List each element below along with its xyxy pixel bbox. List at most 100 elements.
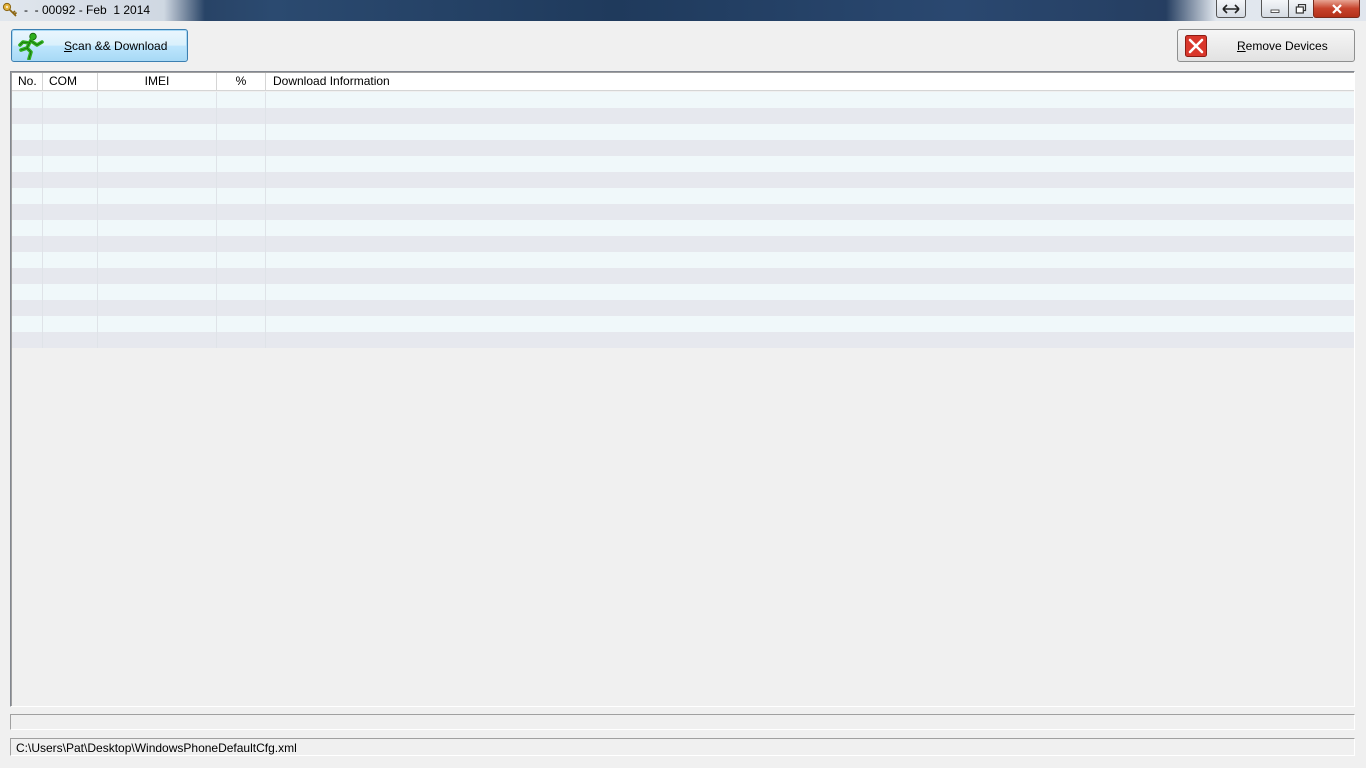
table-cell bbox=[266, 252, 1354, 268]
restore-button[interactable] bbox=[1288, 0, 1313, 18]
table-row[interactable] bbox=[12, 284, 1354, 300]
table-row[interactable] bbox=[12, 236, 1354, 252]
key-icon[interactable] bbox=[2, 2, 18, 18]
table-cell bbox=[266, 316, 1354, 332]
table-row[interactable] bbox=[12, 156, 1354, 172]
table-cell bbox=[266, 188, 1354, 204]
device-list-header: No. COM IMEI % Download Information bbox=[12, 73, 1354, 91]
remove-devices-button[interactable]: Remove Devices bbox=[1177, 29, 1355, 62]
table-cell bbox=[43, 188, 98, 204]
table-cell bbox=[266, 284, 1354, 300]
table-row[interactable] bbox=[12, 140, 1354, 156]
table-row[interactable] bbox=[12, 92, 1354, 108]
progress-strip bbox=[10, 714, 1355, 730]
table-cell bbox=[217, 316, 266, 332]
table-cell bbox=[43, 268, 98, 284]
table-cell bbox=[217, 172, 266, 188]
table-cell bbox=[43, 316, 98, 332]
table-cell bbox=[266, 156, 1354, 172]
scan-and-download-label: Scan && Download bbox=[64, 39, 168, 53]
table-row[interactable] bbox=[12, 332, 1354, 348]
table-row[interactable] bbox=[12, 220, 1354, 236]
table-cell bbox=[12, 188, 43, 204]
scan-and-download-button[interactable]: Scan && Download bbox=[11, 29, 188, 62]
remove-devices-label: Remove Devices bbox=[1237, 39, 1328, 53]
column-header-download-information[interactable]: Download Information bbox=[266, 73, 1354, 91]
table-cell bbox=[217, 156, 266, 172]
table-cell bbox=[12, 124, 43, 140]
table-row[interactable] bbox=[12, 204, 1354, 220]
table-cell bbox=[43, 332, 98, 348]
table-cell bbox=[43, 252, 98, 268]
table-cell bbox=[12, 284, 43, 300]
table-cell bbox=[43, 172, 98, 188]
table-cell bbox=[98, 108, 217, 124]
close-icon bbox=[1331, 3, 1342, 14]
table-cell bbox=[217, 300, 266, 316]
table-row[interactable] bbox=[12, 300, 1354, 316]
table-row[interactable] bbox=[12, 252, 1354, 268]
device-list[interactable]: No. COM IMEI % Download Information bbox=[10, 71, 1355, 707]
minimize-icon bbox=[1270, 9, 1280, 13]
table-cell bbox=[12, 92, 43, 108]
table-cell bbox=[217, 236, 266, 252]
table-cell bbox=[98, 124, 217, 140]
table-cell bbox=[12, 252, 43, 268]
table-cell bbox=[266, 268, 1354, 284]
double-arrow-icon bbox=[1222, 3, 1240, 14]
table-cell bbox=[98, 236, 217, 252]
column-header-com[interactable]: COM bbox=[43, 73, 98, 91]
status-bar: C:\Users\Pat\Desktop\WindowsPhoneDefault… bbox=[10, 738, 1355, 756]
table-row[interactable] bbox=[12, 108, 1354, 124]
table-cell bbox=[266, 124, 1354, 140]
column-header-no[interactable]: No. bbox=[12, 73, 43, 91]
table-cell bbox=[98, 172, 217, 188]
table-row[interactable] bbox=[12, 268, 1354, 284]
table-cell bbox=[98, 140, 217, 156]
table-cell bbox=[217, 92, 266, 108]
table-cell bbox=[217, 124, 266, 140]
table-cell bbox=[98, 220, 217, 236]
window-title: - - 00092 - Feb 1 2014 bbox=[24, 3, 151, 17]
table-cell bbox=[43, 108, 98, 124]
table-cell bbox=[43, 300, 98, 316]
table-cell bbox=[266, 220, 1354, 236]
title-bar[interactable]: - - 00092 - Feb 1 2014 bbox=[0, 0, 1366, 21]
table-cell bbox=[12, 140, 43, 156]
table-cell bbox=[98, 332, 217, 348]
table-cell bbox=[266, 332, 1354, 348]
table-cell bbox=[12, 204, 43, 220]
table-cell bbox=[43, 156, 98, 172]
running-man-icon bbox=[15, 32, 45, 61]
table-cell bbox=[266, 108, 1354, 124]
table-cell bbox=[98, 188, 217, 204]
minimize-button[interactable] bbox=[1261, 0, 1288, 18]
table-row[interactable] bbox=[12, 188, 1354, 204]
table-cell bbox=[266, 300, 1354, 316]
red-x-icon bbox=[1185, 35, 1207, 57]
column-header-imei[interactable]: IMEI bbox=[98, 73, 217, 91]
table-cell bbox=[266, 204, 1354, 220]
config-path: C:\Users\Pat\Desktop\WindowsPhoneDefault… bbox=[16, 741, 297, 755]
resize-toggle-button[interactable] bbox=[1216, 0, 1246, 18]
table-cell bbox=[12, 108, 43, 124]
table-cell bbox=[217, 332, 266, 348]
table-cell bbox=[43, 92, 98, 108]
restore-icon bbox=[1295, 3, 1307, 14]
table-cell bbox=[98, 284, 217, 300]
table-cell bbox=[266, 236, 1354, 252]
table-cell bbox=[43, 236, 98, 252]
table-cell bbox=[98, 316, 217, 332]
device-list-rows bbox=[12, 92, 1354, 348]
table-cell bbox=[266, 172, 1354, 188]
table-cell bbox=[43, 220, 98, 236]
table-cell bbox=[217, 268, 266, 284]
table-row[interactable] bbox=[12, 316, 1354, 332]
table-cell bbox=[43, 204, 98, 220]
table-cell bbox=[266, 140, 1354, 156]
table-row[interactable] bbox=[12, 124, 1354, 140]
close-button[interactable] bbox=[1313, 0, 1360, 18]
table-row[interactable] bbox=[12, 172, 1354, 188]
column-header-percent[interactable]: % bbox=[217, 73, 266, 91]
table-cell bbox=[12, 332, 43, 348]
